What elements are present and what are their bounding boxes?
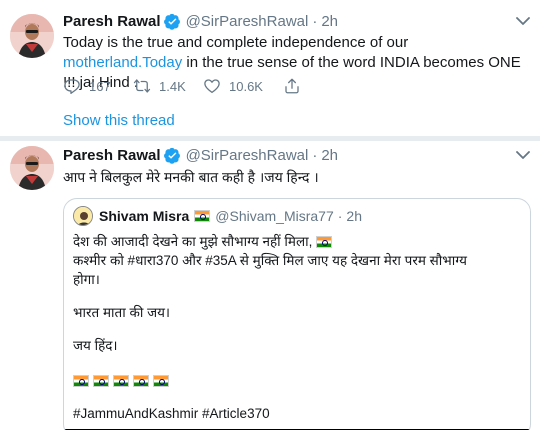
reply-count: 167 xyxy=(89,78,111,94)
tweet-2[interactable]: Paresh Rawal @SirPareshRawal · 2h आप ने … xyxy=(0,141,540,430)
author-handle[interactable]: @SirPareshRawal xyxy=(186,147,309,164)
author-name[interactable]: Paresh Rawal xyxy=(63,13,161,30)
profile-photo xyxy=(10,146,54,190)
reply-button[interactable]: 167 xyxy=(63,77,133,95)
quoted-tweet-header: Shivam Misra @Shivam_Misra77 · 2h xyxy=(73,206,362,226)
like-count: 10.6K xyxy=(229,78,263,94)
quoted-line: भारत माता की जय। xyxy=(73,305,171,320)
verified-badge-icon xyxy=(163,147,180,164)
timestamp[interactable]: 2h xyxy=(321,13,338,30)
avatar[interactable] xyxy=(10,14,54,58)
india-flag-icon xyxy=(153,374,169,387)
author-name[interactable]: Paresh Rawal xyxy=(63,147,161,164)
show-thread-link[interactable]: Show this thread xyxy=(63,112,175,129)
tweet-actions: 167 1.4K 10.6K xyxy=(63,76,309,96)
retweet-button[interactable]: 1.4K xyxy=(133,77,203,95)
quoted-timestamp: 2h xyxy=(346,208,362,224)
quoted-line: जय हिंद। xyxy=(73,338,118,353)
avatar[interactable] xyxy=(10,146,54,190)
india-flag-icon xyxy=(113,374,129,387)
tweet-text: आप ने बिलकुल मेरे मनकी बात कही है ।जय हि… xyxy=(63,169,319,185)
india-flag-icon xyxy=(93,374,109,387)
separator-dot: · xyxy=(337,208,343,224)
link-motherland[interactable]: motherland.Today xyxy=(63,54,182,71)
separator-dot: · xyxy=(312,146,318,164)
quoted-author-name[interactable]: Shivam Misra xyxy=(99,208,189,224)
separator-dot: · xyxy=(312,12,318,30)
share-icon xyxy=(285,78,299,94)
chevron-down-icon[interactable] xyxy=(516,150,530,160)
retweet-icon xyxy=(133,79,151,93)
like-icon xyxy=(204,79,220,94)
quoted-author-handle[interactable]: @Shivam_Misra77 xyxy=(215,208,333,224)
quoted-tweet[interactable]: Shivam Misra @Shivam_Misra77 · 2h देश की… xyxy=(63,198,531,430)
quoted-hashtags: #JammuAndKashmir #Article370 xyxy=(73,406,270,421)
tweet-header: Paresh Rawal @SirPareshRawal · 2h xyxy=(63,145,338,165)
flags-row xyxy=(73,371,513,390)
quoted-line: होगा। xyxy=(73,272,100,287)
india-flag-icon xyxy=(133,374,149,387)
tweet-header: Paresh Rawal @SirPareshRawal · 2h xyxy=(63,11,338,31)
share-button[interactable] xyxy=(283,77,309,95)
like-button[interactable]: 10.6K xyxy=(203,77,283,95)
india-flag-icon xyxy=(316,236,333,249)
quoted-profile-photo xyxy=(74,207,92,225)
tweet-1[interactable]: Paresh Rawal @SirPareshRawal · 2h Today … xyxy=(0,0,540,137)
author-handle[interactable]: @SirPareshRawal xyxy=(186,13,309,30)
quoted-avatar xyxy=(73,206,93,226)
profile-photo xyxy=(10,14,54,58)
india-flag-icon xyxy=(194,210,211,222)
quoted-line: कश्मीर को #धारा370 और #35A से मुक्ति मिल… xyxy=(73,253,467,268)
timestamp[interactable]: 2h xyxy=(321,147,338,164)
chevron-down-icon[interactable] xyxy=(516,16,530,26)
tweet-text-part: Today is the true and complete independe… xyxy=(63,34,409,51)
reply-icon xyxy=(64,79,80,94)
india-flag-icon xyxy=(73,374,89,387)
quoted-line-text: देश की आजादी देखने का मुझे सौभाग्य नहीं … xyxy=(73,234,313,249)
verified-badge-icon xyxy=(163,13,180,30)
quoted-line: देश की आजादी देखने का मुझे सौभाग्य नहीं … xyxy=(73,232,513,251)
quoted-tweet-text: देश की आजादी देखने का मुझे सौभाग्य नहीं … xyxy=(73,232,513,423)
retweet-count: 1.4K xyxy=(159,78,186,94)
